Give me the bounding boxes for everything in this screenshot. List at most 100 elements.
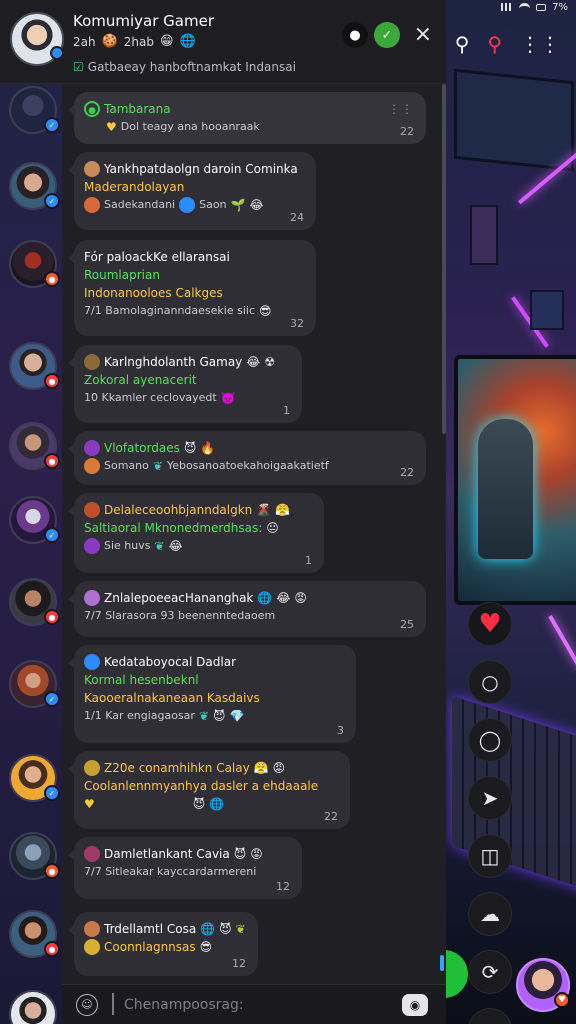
wifi-icon — [519, 3, 531, 11]
message-bubble[interactable]: Z20e conamhihkn Calay 😤 😡 Coolanlennmyanhy… — [68, 751, 350, 829]
top-actions: ⚲ ⚲ ⋮⋮ — [440, 28, 576, 60]
check-icon[interactable]: ✓ — [374, 22, 400, 48]
message-bubble[interactable]: Karlnghdolanth Gamay 😂 ☢ Zokoral ayenaceri… — [68, 345, 302, 423]
camera-icon[interactable]: ◉ — [402, 994, 428, 1016]
message-author: Fór paloackKe ellaransai — [84, 250, 230, 264]
chat-icon[interactable]: ◯ — [468, 718, 512, 762]
avatar[interactable]: ✓ — [9, 754, 60, 802]
chat-title: Komumiyar Gamer — [73, 12, 214, 30]
user-icon — [84, 354, 100, 370]
message-line: Zokoral ayenacerit — [84, 373, 197, 387]
chat-panel: Komumiyar Gamer 2ah 🍪 2hab 😁 🌐 ☑ Gatbaea… — [0, 0, 446, 1024]
clock-icon[interactable]: ◷ — [468, 1008, 512, 1024]
neon-light — [548, 615, 576, 669]
message-time: 1 — [283, 404, 290, 417]
user-icon — [84, 921, 100, 937]
user-icon — [84, 440, 100, 456]
emoji-icon: 😈 — [213, 709, 226, 723]
avatar[interactable]: ✓ — [9, 496, 60, 544]
badge-icon: ✓ — [44, 527, 60, 543]
message-bubble[interactable]: ZnlalepoeeacHananghak 🌐 😂 😡 7/7 Slarasora 9… — [68, 581, 426, 637]
emoji-icon: 👿 — [220, 391, 236, 405]
drag-handle-icon[interactable]: ⋮⋮ — [388, 102, 414, 116]
message-line: Coonnlagnnsas — [104, 940, 196, 954]
badge-icon: ● — [44, 941, 60, 957]
scrollbar[interactable] — [442, 84, 446, 434]
avatar[interactable]: ● — [9, 832, 60, 880]
avatar[interactable]: ✓ — [9, 660, 60, 708]
message-time: 24 — [290, 211, 304, 224]
check-icon: ☑ — [73, 60, 84, 74]
message-author: Kedataboyocal Dadlar — [104, 655, 237, 669]
message-line: Saltiaoral Mknonedmerdhsas: — [84, 521, 263, 535]
profile-icon[interactable]: ● — [342, 22, 368, 48]
search-icon[interactable]: ⚲ — [455, 34, 470, 54]
search-icon[interactable]: ⚲ — [487, 34, 502, 54]
pinned-message[interactable]: ● Tambarana ♥ Dol teagy ana hooanraak ⋮⋮ 2… — [68, 92, 426, 144]
user-icon — [84, 846, 100, 862]
message-meta: 10 Kkamler ceclovayedt — [84, 391, 217, 404]
plant-icon: ❦ — [235, 922, 246, 936]
avatar[interactable]: ● — [9, 578, 60, 626]
emoji-icon: 😈 — [192, 797, 206, 811]
message-bubble[interactable]: Vlofatordaes 😈 🔥 Somano ❦ Yebosanoatoekahoig… — [68, 431, 426, 485]
close-icon[interactable]: × — [414, 22, 432, 48]
avatar[interactable]: ● — [9, 342, 60, 390]
avatar[interactable]: ● — [9, 240, 60, 288]
verified-icon — [50, 46, 64, 60]
poster — [470, 205, 498, 265]
avatar-column: ✓ ✓ ● ● ● ✓ ● ✓ ✓ ● ● — [0, 84, 62, 1024]
emoji-icon: 😎 — [259, 304, 272, 318]
message-line: Kaooeralnakaneaan Kasdaivs — [84, 691, 260, 705]
pinned-subtitle: Dol teagy ana hooanraak — [120, 120, 260, 133]
message-bubble[interactable]: Fór paloackKe ellaransai Roumlaprian Ind… — [68, 240, 316, 336]
message-bubble[interactable]: Yankhpatdaolgn daroin Cominka Maderandol… — [68, 152, 316, 230]
heart-icon: ♥ — [106, 120, 117, 134]
message-bubble[interactable]: Delaleceoohbjanndalgkn 🌋 😤 Saltiaoral Mkno… — [68, 493, 324, 573]
message-input[interactable]: Chenampoosrag: — [124, 997, 244, 1013]
share-icon[interactable]: ➤ — [468, 776, 512, 820]
gift-icon[interactable]: ◫ — [468, 834, 512, 878]
status-bar: 7% — [501, 0, 568, 14]
emoji-icon: 😈 — [219, 922, 232, 936]
message-time: 22 — [324, 810, 338, 823]
badge-icon: ● — [44, 609, 60, 625]
more-icon[interactable]: ⋮⋮ — [520, 34, 560, 54]
chat-meta: 2ah 🍪 2hab 😁 🌐 — [73, 34, 196, 49]
globe-icon — [179, 197, 196, 213]
emoji-icon: 😂 — [246, 355, 261, 369]
avatar[interactable]: ● — [9, 422, 60, 470]
message-bubble[interactable]: Trdellamtl Cosa 🌐 😈 ❦ Coonnlagnnsas 😎 12 — [68, 912, 258, 976]
user-icon — [84, 654, 100, 670]
message-line: Kormal hesenbeknl — [84, 673, 199, 687]
message-author: ZnlalepoeeacHananghak — [104, 591, 254, 605]
scroll-indicator — [440, 955, 444, 971]
emoji-icon: 😂 — [249, 198, 264, 212]
avatar[interactable] — [9, 990, 57, 1024]
badge-icon: ✓ — [44, 785, 60, 801]
repeat-icon[interactable]: ⟳ — [468, 950, 512, 994]
meta-count-b: 2hab — [123, 34, 154, 49]
message-meta: 7/7 Sitleakar kayccardarmereni — [84, 865, 257, 878]
group-avatar[interactable] — [10, 12, 64, 66]
badge-icon: ✓ — [44, 193, 60, 209]
pinned-time: 22 — [400, 125, 414, 138]
user-avatar[interactable]: ♥ — [516, 958, 570, 1012]
emoji-picker-icon[interactable]: ☺ — [76, 994, 98, 1016]
avatar[interactable]: ● — [9, 910, 60, 958]
cloud-icon[interactable]: ☁ — [468, 892, 512, 936]
message-bubble[interactable]: Kedataboyocal Dadlar Kormal hesenbeknl K… — [68, 645, 356, 743]
badge-icon: ✓ — [44, 691, 60, 707]
message-bubble[interactable]: Damletlankant Cavia 😈 😡 7/7 Sitleakar kayc… — [68, 837, 302, 899]
badge-icon: ● — [44, 453, 60, 469]
pin-icon: ● — [84, 101, 100, 117]
message-meta: Saon — [199, 198, 227, 211]
heart-icon[interactable]: ♥ — [468, 602, 512, 646]
emoji-icon: 😎 — [199, 940, 213, 954]
comment-icon[interactable]: ○ — [468, 660, 512, 704]
message-meta: Somano — [104, 459, 149, 472]
avatar[interactable]: ✓ — [9, 86, 60, 134]
avatar[interactable]: ✓ — [9, 162, 60, 210]
message-author: Damletlankant Cavia — [104, 847, 230, 861]
badge-icon: ● — [44, 271, 60, 287]
